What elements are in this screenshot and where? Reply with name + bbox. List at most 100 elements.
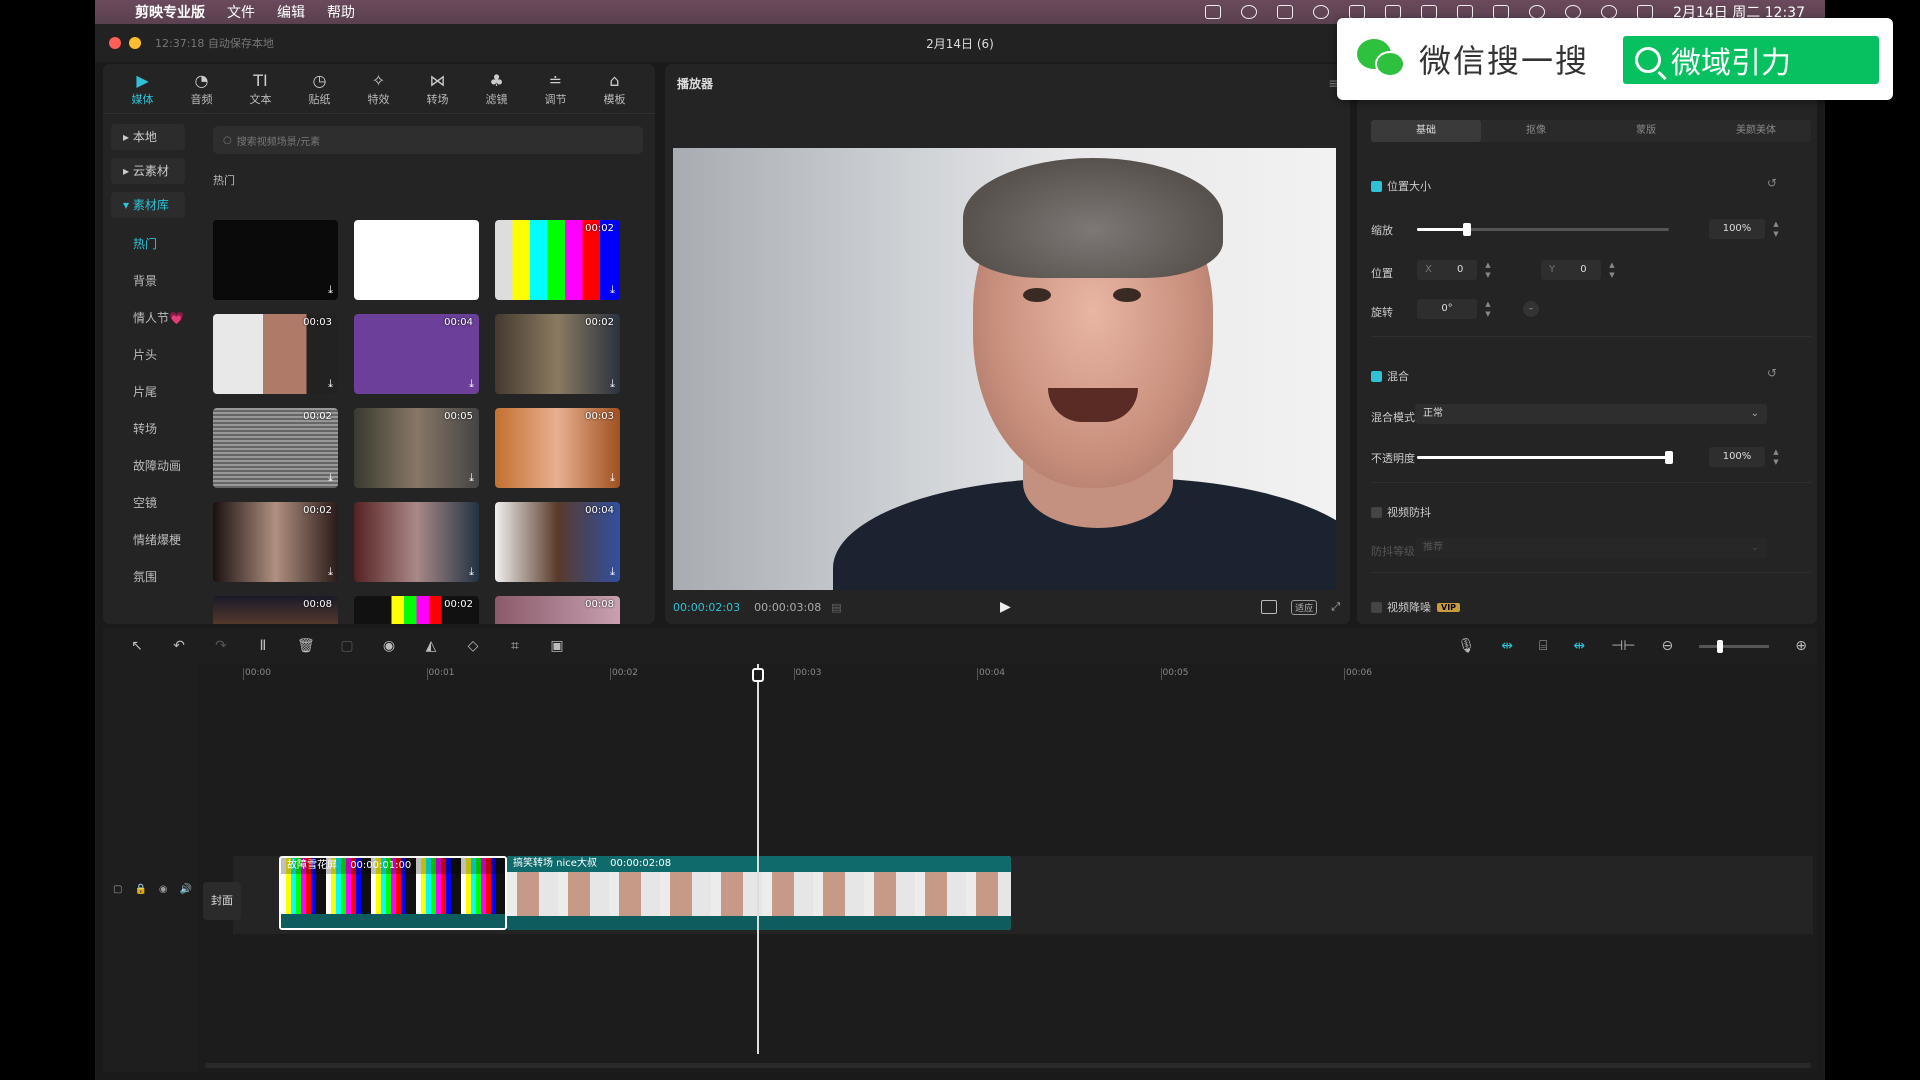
playhead-handle[interactable] [752,668,764,682]
scale-value[interactable]: 100% [1709,219,1765,239]
menu-app-name[interactable]: 剪映专业版 [135,2,205,22]
lock-icon[interactable]: 🔒 [134,884,146,895]
denoise-checkbox[interactable] [1371,601,1382,613]
circle-app-icon[interactable] [1313,5,1330,19]
play-button[interactable]: ▶ [1000,599,1011,615]
tab-beauty[interactable]: 美颜美体 [1701,120,1811,142]
position-size-checkbox[interactable] [1371,180,1382,192]
tab-transition[interactable]: ⋈ 转场 [408,64,467,113]
stabilize-checkbox[interactable] [1371,506,1382,518]
playhead[interactable] [752,664,764,1054]
library-subitem[interactable]: 情绪爆梗 [111,522,185,559]
video-preview[interactable] [673,148,1336,590]
time-ruler[interactable]: 00:00 00:01 00:02 00:03 00:04 00:05 00:06 [205,664,1817,686]
category-local[interactable]: ▸ 本地 [111,124,185,150]
battery-icon[interactable] [1493,5,1510,19]
library-subitem[interactable]: 片尾 [111,374,185,411]
cover-button[interactable]: 封面 [203,882,241,920]
download-icon[interactable]: ⤓ [469,377,474,391]
scale-stepper-icon[interactable]: ▲ ▼ [1771,219,1781,239]
tab-mask[interactable]: 蒙版 [1591,120,1701,142]
media-thumbnail[interactable]: 00:08⤓ [495,596,620,624]
download-icon[interactable]: ⤓ [328,471,333,485]
library-subitem[interactable]: 转场 [111,411,185,448]
media-thumbnail[interactable]: 00:03 ⤓ [213,314,338,394]
volume-icon[interactable] [1457,5,1474,19]
download-icon[interactable]: ⤓ [328,377,333,391]
download-icon[interactable]: ⤓ [328,565,333,579]
position-x-field[interactable]: X 0 [1417,260,1477,280]
wechat-search-button[interactable]: 微域引力 [1623,36,1879,84]
timeline-zoom-slider[interactable] [1699,639,1770,653]
spotlight-search-icon[interactable] [1601,5,1618,19]
minimize-window-button[interactable] [129,37,141,49]
tab-cutout[interactable]: 抠像 [1481,120,1591,142]
media-thumbnail[interactable]: 00:03 ⤓ [495,408,620,488]
screen-record-icon[interactable] [1205,5,1222,19]
media-search-input[interactable]: ○ 搜索视频场景/元素 [213,126,643,154]
timeline-scrollbar[interactable] [205,1063,1811,1068]
fit-button[interactable]: 适应 [1291,599,1318,615]
library-subitem[interactable]: 背景 [111,263,185,300]
blend-mode-select[interactable]: 正常 ⌄ [1415,404,1767,424]
menu-edit[interactable]: 编辑 [277,2,305,22]
timeline-clip[interactable]: 故障雪花屏 00:00:01:00 [279,856,507,930]
link-icon[interactable]: ⇹ [1573,638,1585,654]
library-subitem[interactable]: 热门 [111,226,185,263]
main-track-magnet-icon[interactable]: ⇹ [1501,638,1513,654]
reset-position-icon[interactable]: ↺ [1767,176,1777,190]
speaker-icon[interactable]: 🔊 [180,884,192,895]
tab-effects[interactable]: ✧ 特效 [349,64,408,113]
media-thumbnail[interactable]: ⤓ [354,502,479,582]
download-icon[interactable]: ⤓ [610,471,615,485]
control-center-icon[interactable] [1637,5,1654,19]
microphone-icon[interactable]: 🎙 [1457,638,1475,654]
zoom-in-icon[interactable]: ⊕ [1795,638,1807,654]
undo-icon[interactable]: ↶ [171,638,187,654]
preview-axis-icon[interactable]: ⊣⊢ [1611,638,1635,654]
split-icon[interactable]: Ⅱ [255,638,271,654]
media-thumbnail[interactable]: 00:02⤓ [213,408,338,488]
app-icon[interactable] [1349,5,1366,19]
media-thumbnail[interactable]: ⤓ [354,220,479,300]
wechat-tray-icon[interactable] [1565,5,1582,19]
bell-icon[interactable] [1385,5,1402,19]
opacity-value[interactable]: 100% [1709,447,1765,467]
media-thumbnail[interactable]: ⤓ [213,220,338,300]
blend-checkbox[interactable] [1371,370,1382,382]
redo-icon[interactable]: ↷ [213,638,229,654]
rotate-value[interactable]: 0° [1417,299,1477,319]
opacity-slider[interactable] [1417,451,1673,464]
select-tool-icon[interactable]: ↖ [129,638,145,654]
rotate-stepper-icon[interactable]: ▲ ▼ [1483,299,1493,319]
download-icon[interactable]: ⤓ [610,565,615,579]
rotate-icon[interactable]: ◇ [465,638,481,654]
media-thumbnail[interactable]: 00:04 ⤓ [354,314,479,394]
screenshot-icon[interactable] [1261,600,1278,614]
media-thumbnail[interactable]: 00:02⤓ [495,220,620,300]
scale-slider-handle[interactable] [1463,223,1472,236]
download-icon[interactable]: ⤓ [610,283,615,297]
auto-snap-icon[interactable]: ⌸ [1539,638,1547,654]
download-icon[interactable]: ⤓ [610,377,615,391]
tab-media[interactable]: ▶ 媒体 [113,64,172,113]
reset-blend-icon[interactable]: ↺ [1767,366,1777,380]
media-thumbnail[interactable]: 00:02⤓ [354,596,479,624]
library-subitem[interactable]: 故障动画 [111,448,185,485]
menu-file[interactable]: 文件 [227,2,255,22]
position-y-field[interactable]: Y 0 [1541,260,1601,280]
menu-help[interactable]: 帮助 [327,2,355,22]
download-icon[interactable]: ⤓ [469,565,474,579]
media-thumbnail[interactable]: 00:05 ⤓ [354,408,479,488]
timeline-clip[interactable]: 搞笑转场 nice大叔 00:00:02:08 [507,856,1011,930]
smart-crop-icon[interactable]: ▣ [549,638,565,654]
crop-icon[interactable]: ⌗ [507,638,523,654]
download-icon[interactable]: ⤓ [469,283,474,297]
media-thumbnail[interactable]: 00:08⤓ [213,596,338,624]
freeze-icon[interactable]: ▢ [339,638,355,654]
rotate-dial-icon[interactable]: – [1523,301,1539,317]
scale-slider[interactable] [1417,223,1669,236]
airplay-icon[interactable] [1241,5,1258,19]
eye-icon[interactable]: ◉ [159,884,168,895]
wifi-icon[interactable] [1529,5,1546,19]
